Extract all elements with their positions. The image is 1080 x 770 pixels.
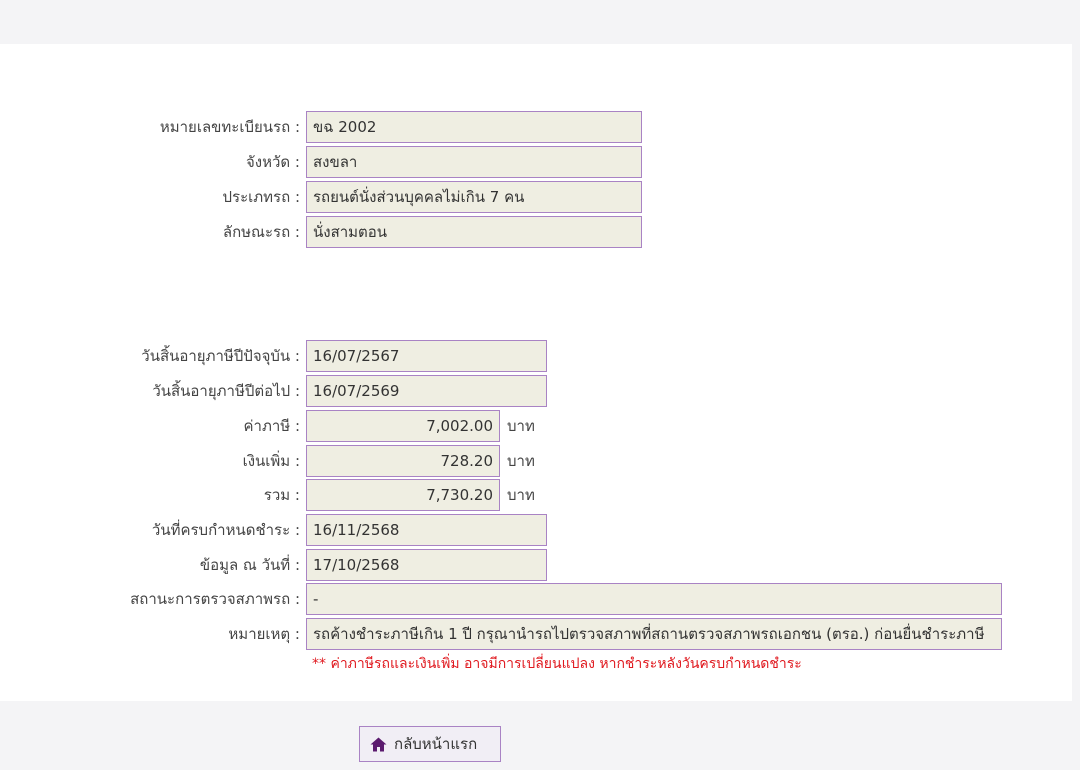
total-label: รวม : (263, 486, 300, 504)
vehicle-style-label: ลักษณะรถ : (222, 223, 300, 241)
row-plate: หมายเลขทะเบียนรถ : ขฉ 2002 (0, 111, 642, 143)
due-date-label: วันที่ครบกำหนดชำระ : (151, 521, 300, 539)
tax-amount-label: ค่าภาษี : (243, 417, 300, 435)
vehicle-type-field[interactable]: รถยนต์นั่งส่วนบุคคลไม่เกิน 7 คน (306, 181, 642, 213)
plate-label: หมายเลขทะเบียนรถ : (159, 118, 300, 136)
row-due-date: วันที่ครบกำหนดชำระ : 16/11/2568 (0, 514, 547, 546)
surcharge-unit: บาท (507, 452, 535, 470)
province-label: จังหวัด : (246, 153, 300, 171)
page: หมายเลขทะเบียนรถ : ขฉ 2002 จังหวัด : สงข… (0, 0, 1080, 770)
row-remark: หมายเหตุ : รถค้างชำระภาษีเกิน 1 ปี กรุณา… (0, 618, 1002, 650)
current-expiry-field[interactable]: 16/07/2567 (306, 340, 547, 372)
row-vehicle-style: ลักษณะรถ : นั่งสามตอน (0, 216, 642, 248)
surcharge-field[interactable]: 728.20 (306, 445, 500, 477)
inspection-status-field[interactable]: - (306, 583, 1002, 615)
row-as-of-date: ข้อมูล ณ วันที่ : 17/10/2568 (0, 549, 547, 581)
as-of-date-label: ข้อมูล ณ วันที่ : (199, 556, 300, 574)
total-unit: บาท (507, 486, 535, 504)
next-expiry-label: วันสิ้นอายุภาษีปีต่อไป : (152, 382, 300, 400)
home-button-label: กลับหน้าแรก (394, 735, 478, 753)
plate-field[interactable]: ขฉ 2002 (306, 111, 642, 143)
row-next-expiry: วันสิ้นอายุภาษีปีต่อไป : 16/07/2569 (0, 375, 547, 407)
home-icon (370, 737, 394, 752)
current-expiry-label: วันสิ้นอายุภาษีปีปัจจุบัน : (141, 347, 300, 365)
tax-amount-field[interactable]: 7,002.00 (306, 410, 500, 442)
remark-label: หมายเหตุ : (228, 625, 300, 643)
row-total: รวม : 7,730.20 บาท (0, 479, 535, 511)
due-date-field[interactable]: 16/11/2568 (306, 514, 547, 546)
total-field[interactable]: 7,730.20 (306, 479, 500, 511)
row-province: จังหวัด : สงขลา (0, 146, 642, 178)
vehicle-style-field[interactable]: นั่งสามตอน (306, 216, 642, 248)
row-surcharge: เงินเพิ่ม : 728.20 บาท (0, 445, 535, 477)
row-vehicle-type: ประเภทรถ : รถยนต์นั่งส่วนบุคคลไม่เกิน 7 … (0, 181, 642, 213)
row-tax-amount: ค่าภาษี : 7,002.00 บาท (0, 410, 535, 442)
next-expiry-field[interactable]: 16/07/2569 (306, 375, 547, 407)
remark-field[interactable]: รถค้างชำระภาษีเกิน 1 ปี กรุณานำรถไปตรวจส… (306, 618, 1002, 650)
province-field[interactable]: สงขลา (306, 146, 642, 178)
vehicle-type-label: ประเภทรถ : (222, 188, 301, 206)
as-of-date-field[interactable]: 17/10/2568 (306, 549, 547, 581)
row-current-expiry: วันสิ้นอายุภาษีปีปัจจุบัน : 16/07/2567 (0, 340, 547, 372)
warning-note: ** ค่าภาษีรถและเงินเพิ่ม อาจมีการเปลี่ยน… (312, 656, 802, 672)
surcharge-label: เงินเพิ่ม : (242, 452, 300, 470)
inspection-status-label: สถานะการตรวจสภาพรถ : (130, 590, 300, 608)
row-inspection-status: สถานะการตรวจสภาพรถ : - (0, 583, 1002, 615)
home-button[interactable]: กลับหน้าแรก (359, 726, 501, 762)
tax-unit: บาท (507, 417, 535, 435)
